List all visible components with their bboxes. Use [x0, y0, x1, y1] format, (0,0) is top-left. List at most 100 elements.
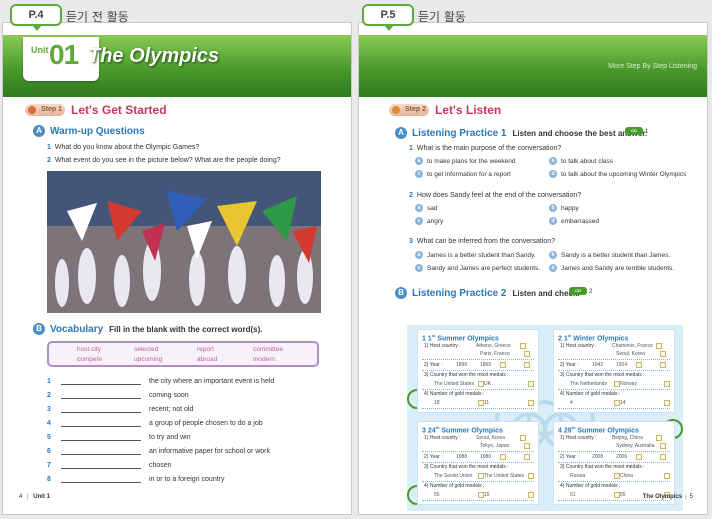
answer-checkbox[interactable]	[656, 343, 662, 349]
answer-blank[interactable]	[61, 378, 141, 385]
answer-option[interactable]: b Sandy is a better student than James.	[549, 251, 670, 259]
card-choice-value: 18	[434, 400, 440, 406]
answer-checkbox[interactable]	[524, 362, 530, 368]
dotted-divider	[422, 359, 534, 360]
answer-option[interactable]: d to talk about the upcoming Winter Olymp…	[549, 170, 686, 178]
dotted-divider	[422, 500, 534, 501]
answer-checkbox[interactable]	[660, 351, 666, 357]
answer-checkbox[interactable]	[528, 492, 534, 498]
card-choice-value: 51	[570, 492, 576, 498]
answer-checkbox[interactable]	[500, 362, 506, 368]
card-field-label: 3) Country that won the most medals :	[424, 464, 509, 470]
dotted-divider	[558, 359, 670, 360]
word-bank: host city selected report committee comp…	[47, 341, 319, 367]
answer-checkbox[interactable]	[664, 381, 670, 387]
word-item: report	[197, 346, 214, 353]
answer-checkbox[interactable]	[520, 343, 526, 349]
answer-option[interactable]: b to talk about class	[549, 157, 613, 165]
answer-checkbox[interactable]	[528, 400, 534, 406]
section-b-icon: B	[33, 323, 45, 335]
page-tab-p4[interactable]: P.4	[10, 4, 62, 31]
dotted-divider	[422, 370, 534, 371]
answer-checkbox[interactable]	[660, 454, 666, 460]
answer-checkbox[interactable]	[664, 400, 670, 406]
answer-blank[interactable]	[61, 448, 141, 455]
card-choice-value: China	[620, 473, 634, 479]
unit-number: 01	[49, 39, 79, 70]
cd-icon[interactable]: CD	[569, 287, 587, 295]
answer-checkbox[interactable]	[524, 443, 530, 449]
dotted-divider	[558, 370, 670, 371]
lp1-question-1: 1 What is the main purpose of the convers…	[409, 145, 562, 152]
section-a-icon: A	[395, 127, 407, 139]
card-choice-value: Paris, France	[480, 351, 510, 357]
section-b-icon: B	[395, 287, 407, 299]
step-title: Let's Listen	[435, 103, 502, 117]
answer-checkbox[interactable]	[524, 454, 530, 460]
answer-option[interactable]: d James and Sandy are terrible students.	[549, 264, 674, 272]
dotted-divider	[558, 481, 670, 482]
card-choice-value: 1896	[456, 362, 468, 368]
answer-blank[interactable]	[61, 462, 141, 469]
dotted-divider	[422, 462, 534, 463]
answer-blank[interactable]	[61, 420, 141, 427]
answer-blank[interactable]	[61, 392, 141, 399]
card-choice-value: 2008	[592, 454, 604, 460]
warmup-question-2: 2 What event do you see in the picture be…	[47, 157, 281, 164]
answer-checkbox[interactable]	[528, 381, 534, 387]
card-heading: 1 1st Summer Olympics	[422, 333, 499, 343]
word-item: abroad	[197, 356, 218, 363]
answer-checkbox[interactable]	[500, 454, 506, 460]
answer-option[interactable]: a James is a better student than Sandy.	[415, 251, 536, 259]
card-choice-value: 14	[620, 400, 626, 406]
answer-blank[interactable]	[61, 434, 141, 441]
warmup-title: Warm-up Questions	[50, 125, 145, 137]
card-field-label: 1) Host country :	[560, 435, 597, 441]
answer-option[interactable]: c to get information for a report	[415, 170, 511, 178]
right-page: More Step By Step Listening Step 2 Let's…	[358, 22, 708, 515]
power-icon	[28, 106, 36, 114]
card-field-label: 4) Number of gold medals :	[560, 391, 621, 397]
olympics-card: 3 24th Summer Olympics 1) Host country : S…	[417, 421, 539, 505]
answer-option[interactable]: d embarrassed	[549, 217, 599, 225]
answer-checkbox[interactable]	[524, 351, 530, 357]
answer-blank[interactable]	[61, 476, 141, 483]
dotted-divider	[558, 451, 670, 452]
unit-title: The Olympics	[88, 45, 220, 67]
card-choice-value: 1924	[616, 362, 628, 368]
answer-checkbox[interactable]	[664, 473, 670, 479]
answer-checkbox[interactable]	[528, 473, 534, 479]
series-slogan: More Step By Step Listening	[608, 63, 697, 70]
answer-blank[interactable]	[61, 406, 141, 413]
fill-row: 5 to try and win	[47, 434, 191, 441]
olympic-ceremony-photo	[47, 171, 321, 313]
word-item: upcoming	[134, 356, 163, 363]
fill-row: 4a group of people chosen to do a job	[47, 420, 263, 427]
answer-checkbox[interactable]	[636, 454, 642, 460]
word-item: selected	[134, 346, 159, 353]
left-tab-title: 듣기 전 활동	[66, 10, 129, 24]
card-choice-value: Beijing, China	[612, 435, 643, 441]
word-item: compete	[77, 356, 102, 363]
vocabulary-instruction: Fill in the blank with the correct word(…	[109, 324, 263, 334]
answer-option[interactable]: c Sandy and James are perfect students.	[415, 264, 540, 272]
answer-option[interactable]: b happy	[549, 204, 579, 212]
card-choice-value: 2006	[616, 454, 628, 460]
vocabulary-header: B Vocabulary Fill in the blank with the …	[33, 323, 263, 335]
answer-checkbox[interactable]	[636, 362, 642, 368]
answer-option[interactable]: a to make plans for the weekend	[415, 157, 516, 165]
answer-option[interactable]: c angry	[415, 217, 443, 225]
answer-checkbox[interactable]	[656, 435, 662, 441]
fill-row: 3 recent; not old	[47, 406, 194, 413]
dotted-divider	[558, 462, 670, 463]
card-choice-value: 1942	[592, 362, 604, 368]
answer-option[interactable]: a sad	[415, 204, 437, 212]
page-tab-p5[interactable]: P.5	[362, 4, 414, 31]
left-page: Unit 01 The Olympics Step 1 Let's Get St…	[2, 22, 352, 515]
card-choice-value: UK	[484, 381, 491, 387]
cd-icon[interactable]: CD	[625, 127, 643, 135]
card-choice-value: The Netherlands	[570, 381, 607, 387]
answer-checkbox[interactable]	[660, 362, 666, 368]
answer-checkbox[interactable]	[660, 443, 666, 449]
answer-checkbox[interactable]	[520, 435, 526, 441]
